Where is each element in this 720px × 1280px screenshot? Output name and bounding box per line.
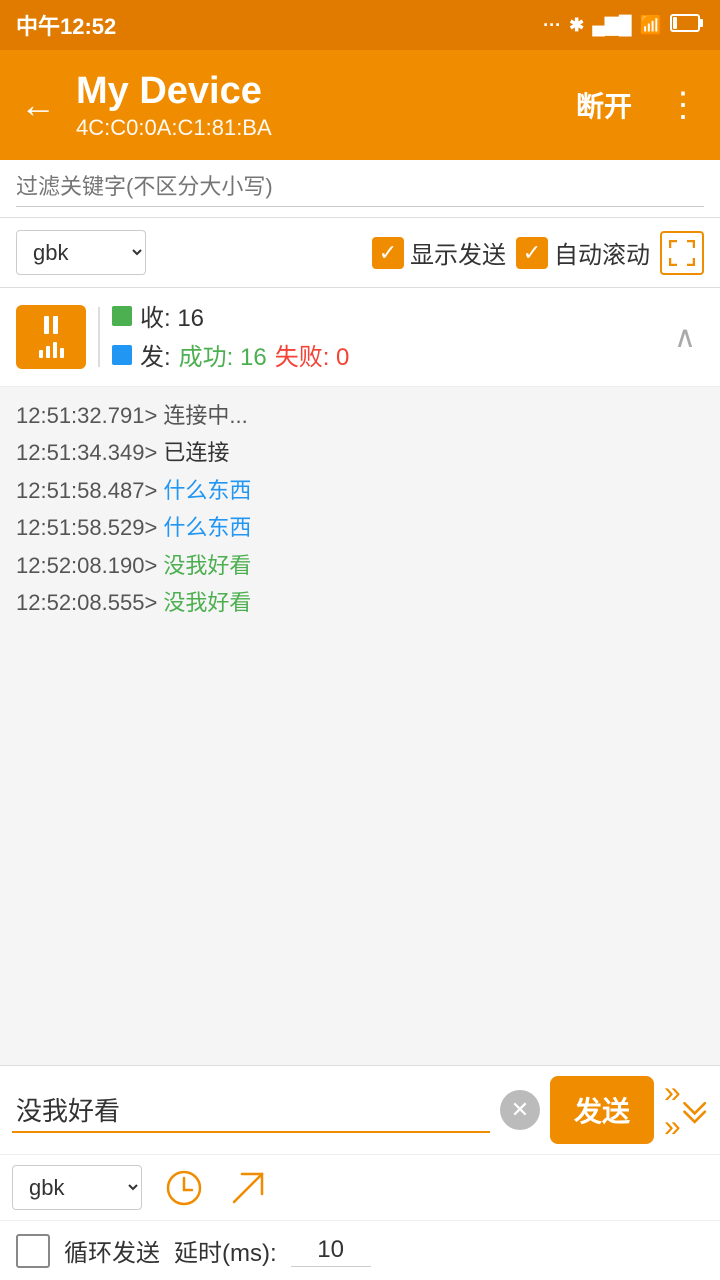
history-button[interactable] — [162, 1166, 206, 1210]
delay-input[interactable] — [291, 1234, 371, 1267]
log-line-2: 12:51:34.349> 已连接 — [16, 434, 704, 471]
encoding-select-bottom[interactable]: gbk utf-8 ascii — [12, 1165, 142, 1210]
options-bar: gbk utf-8 ascii ✓ 显示发送 ✓ 自动滚动 — [0, 218, 720, 288]
fullscreen-button[interactable] — [660, 231, 704, 275]
loop-row: 循环发送 延时(ms): — [0, 1221, 720, 1280]
stats-divider — [98, 307, 100, 367]
app-header: ← My Device 4C:C0:0A:C1:81:BA 断开 ⋮ — [0, 50, 720, 160]
show-send-checkbox[interactable]: ✓ — [372, 237, 404, 269]
auto-scroll-label: 自动滚动 — [554, 235, 650, 270]
clear-icon — [39, 342, 64, 358]
stats-numbers: 收: 16 发: 成功: 16 失败: 0 — [112, 298, 666, 376]
stats-bar: 收: 16 发: 成功: 16 失败: 0 ∧ — [0, 288, 720, 387]
show-send-label: 显示发送 — [410, 235, 506, 270]
filter-input[interactable] — [16, 174, 704, 207]
chevron-down-icon: »» — [664, 1076, 681, 1144]
more-button[interactable]: ⋮ — [658, 81, 708, 129]
send-stat: 发: 成功: 16 失败: 0 — [112, 337, 666, 372]
bluetooth-icon: ✱ — [569, 15, 584, 36]
signal-icon: ··· — [543, 15, 561, 36]
wifi-icon: 📶 — [640, 15, 662, 36]
send-dot — [112, 345, 132, 365]
encoding-select[interactable]: gbk utf-8 ascii — [16, 230, 146, 275]
input-row: ✕ 发送 »» — [0, 1066, 720, 1155]
pause-clear-button[interactable] — [16, 305, 86, 369]
show-send-option: ✓ 显示发送 — [372, 235, 506, 270]
send-success: 成功: 16 — [179, 337, 267, 372]
battery-icon — [670, 14, 704, 37]
log-line-5: 12:52:08.190> 没我好看 — [16, 547, 704, 584]
expand-down-button[interactable]: »» — [664, 1088, 708, 1132]
log-area: 12:51:32.791> 连接中... 12:51:34.349> 已连接 1… — [0, 387, 720, 947]
log-line-4: 12:51:58.529> 什么东西 — [16, 509, 704, 546]
device-name: My Device — [76, 69, 556, 115]
recv-label: 收: 16 — [140, 298, 204, 333]
status-time: 中午12:52 — [16, 9, 116, 41]
back-button[interactable]: ← — [12, 76, 64, 134]
send-prefix: 发: — [140, 337, 171, 372]
filter-bar — [0, 160, 720, 218]
loop-send-label: 循环发送 — [64, 1233, 160, 1268]
tools-row: gbk utf-8 ascii — [0, 1155, 720, 1221]
header-title-block: My Device 4C:C0:0A:C1:81:BA — [76, 69, 556, 141]
send-button[interactable]: 发送 — [550, 1076, 654, 1144]
header-actions: 断开 ⋮ — [568, 81, 708, 129]
log-line-1: 12:51:32.791> 连接中... — [16, 397, 704, 434]
device-mac: 4C:C0:0A:C1:81:BA — [76, 115, 556, 141]
status-icons: ··· ✱ ▄▇█ 📶 — [543, 14, 704, 37]
collapse-button[interactable]: ∧ — [666, 312, 704, 363]
auto-scroll-option: ✓ 自动滚动 — [516, 235, 650, 270]
bottom-area: ✕ 发送 »» gbk utf-8 ascii — [0, 1065, 720, 1280]
delay-label: 延时(ms): — [174, 1233, 277, 1268]
auto-scroll-checkbox[interactable]: ✓ — [516, 237, 548, 269]
send-fail: 失败: 0 — [275, 337, 350, 372]
recv-stat: 收: 16 — [112, 298, 666, 333]
log-line-3: 12:51:58.487> 什么东西 — [16, 472, 704, 509]
pause-icon — [44, 316, 58, 334]
loop-send-checkbox[interactable] — [16, 1234, 50, 1268]
log-line-6: 12:52:08.555> 没我好看 — [16, 584, 704, 621]
status-bar: 中午12:52 ··· ✱ ▄▇█ 📶 — [0, 0, 720, 50]
send-history-button[interactable] — [226, 1166, 270, 1210]
clear-input-button[interactable]: ✕ — [500, 1090, 540, 1130]
network-icon: ▄▇█ — [592, 15, 631, 36]
disconnect-button[interactable]: 断开 — [568, 81, 640, 129]
options-group: ✓ 显示发送 ✓ 自动滚动 — [372, 231, 704, 275]
recv-dot — [112, 306, 132, 326]
message-input[interactable] — [12, 1088, 490, 1133]
